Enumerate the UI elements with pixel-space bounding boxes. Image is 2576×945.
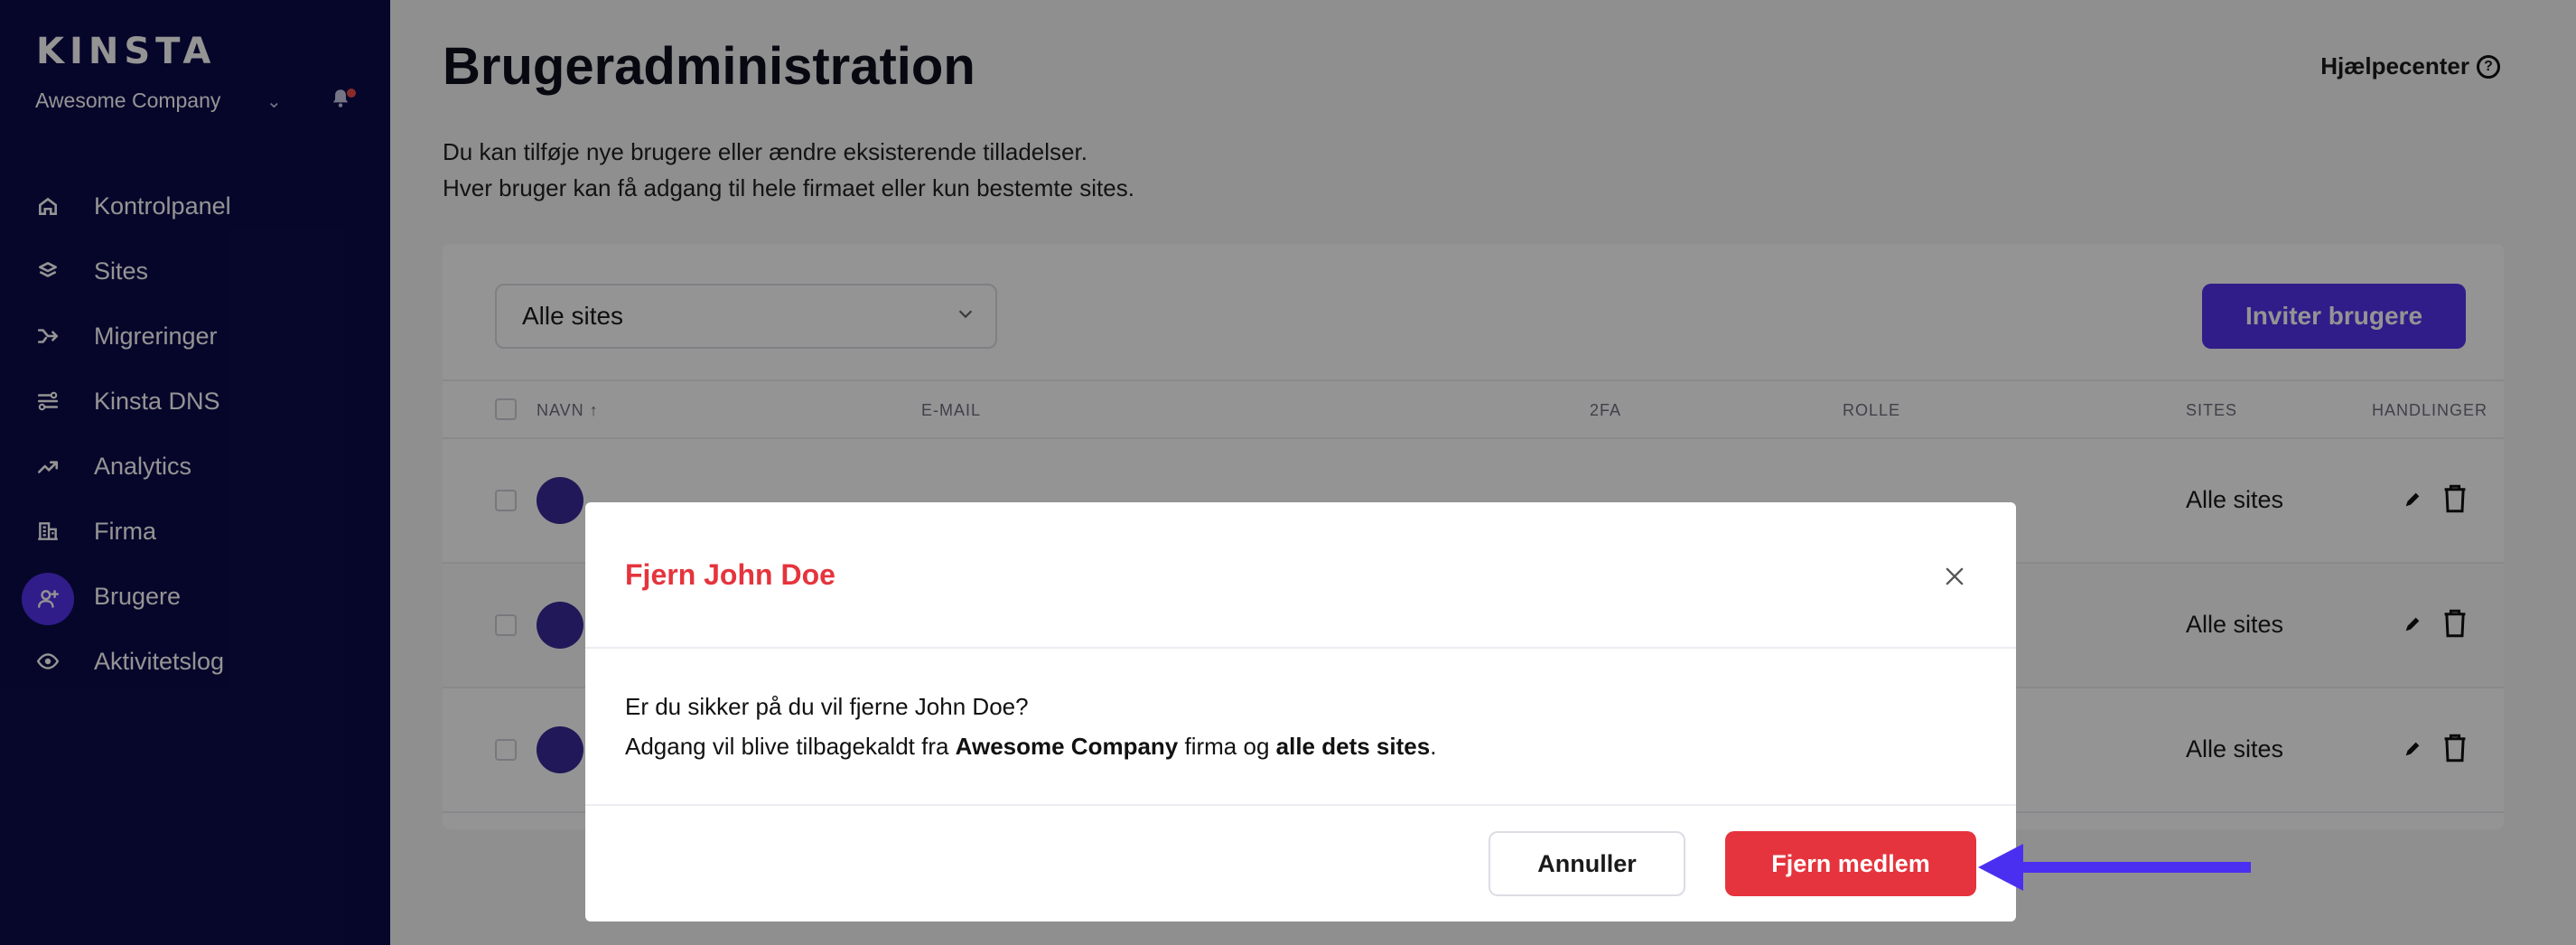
all-sites-text: alle dets sites: [1275, 733, 1431, 760]
dialog-question: Er du sikker på du vil fjerne John Doe?: [625, 693, 1029, 720]
dialog-detail-text: firma og: [1178, 733, 1276, 760]
dialog-detail: Adgang vil blive tilbagekaldt fra Awesom…: [625, 726, 1436, 766]
close-icon[interactable]: [1942, 564, 1967, 589]
remove-member-button[interactable]: Fjern medlem: [1725, 831, 1976, 896]
dialog-detail-text: .: [1430, 733, 1437, 760]
company-name: Awesome Company: [955, 733, 1179, 760]
dialog-title: Fjern John Doe: [625, 558, 835, 591]
remove-user-dialog: Fjern John Doe Er du sikker på du vil fj…: [585, 502, 2016, 922]
divider: [585, 647, 2016, 649]
arrow-left-icon: [1978, 844, 2251, 891]
dialog-detail-text: Adgang vil blive tilbagekaldt fra: [625, 733, 956, 760]
divider: [585, 804, 2016, 806]
dialog-message: Er du sikker på du vil fjerne John Doe? …: [625, 687, 1436, 766]
cancel-button[interactable]: Annuller: [1489, 831, 1685, 896]
